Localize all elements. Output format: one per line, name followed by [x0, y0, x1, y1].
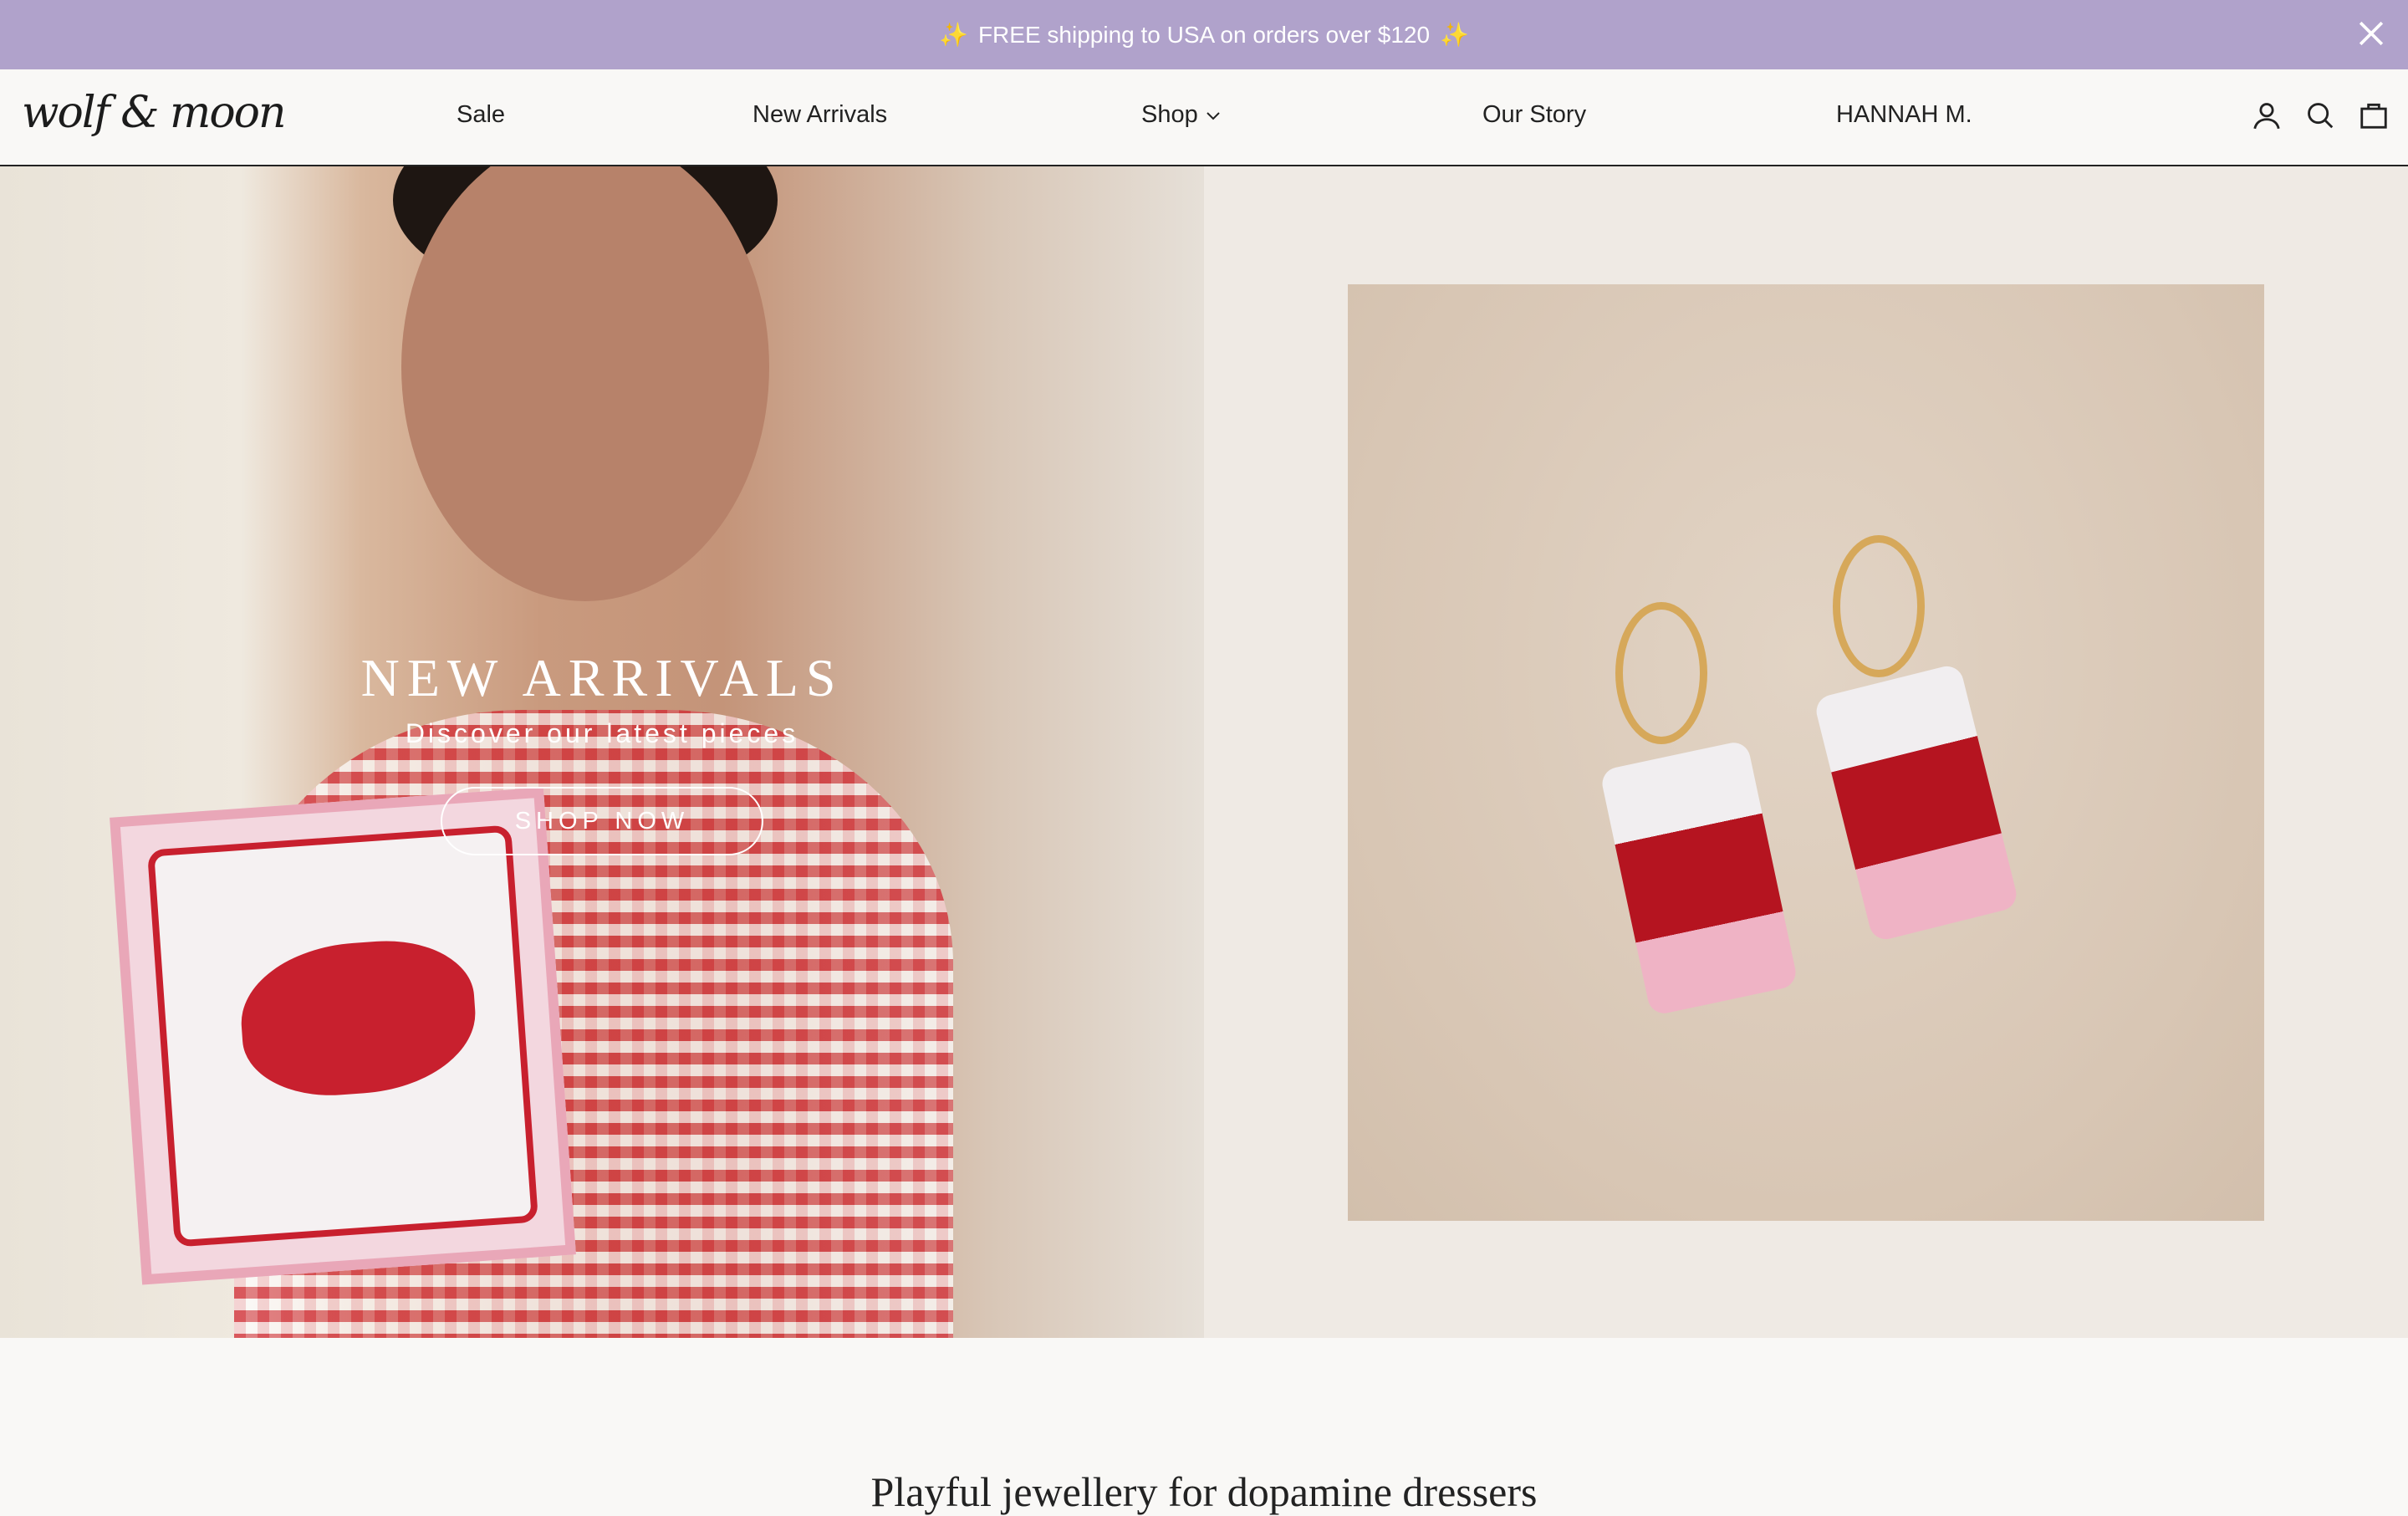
earring-hoop	[1833, 535, 1925, 677]
sardine-earring	[1813, 662, 2020, 943]
search-icon[interactable]	[2304, 100, 2336, 131]
nav-shop[interactable]: Shop	[1141, 101, 1222, 129]
face-shape	[401, 166, 769, 601]
nav-hannah-m[interactable]: HANNAH M.	[1836, 101, 1972, 129]
shop-now-button[interactable]: SHOP NOW	[441, 787, 763, 855]
logo[interactable]: wolf & moon	[22, 88, 286, 138]
close-icon[interactable]	[2353, 15, 2390, 52]
main-nav: wolf & moon Sale New Arrivals Shop Our S…	[0, 69, 2408, 166]
nav-new-arrivals[interactable]: New Arrivals	[752, 101, 887, 129]
sparkle-icon: ✨	[939, 22, 968, 48]
announcement-text[interactable]: FREE shipping to USA on orders over $120	[978, 22, 1430, 48]
sardine-earring	[1599, 739, 1799, 1017]
lobster-bag	[110, 787, 576, 1285]
section-heading: Playful jewellery for dopamine dressers	[870, 1468, 1538, 1515]
earring-hoop	[1615, 602, 1707, 744]
product-image-sardine-earrings[interactable]	[1348, 284, 2264, 1221]
sparkle-icon: ✨	[1440, 22, 1469, 48]
hero-title: NEW ARRIVALS	[360, 648, 844, 707]
hero-right-panel	[1204, 166, 2408, 1338]
announcement-bar: ✨ FREE shipping to USA on orders over $1…	[0, 0, 2408, 69]
chevron-down-icon	[1207, 112, 1220, 120]
bag-icon[interactable]	[2358, 100, 2390, 131]
lobster-shape	[236, 935, 481, 1102]
hero-image-model[interactable]: NEW ARRIVALS Discover our latest pieces …	[0, 166, 1204, 1338]
hero-subtitle: Discover our latest pieces	[405, 718, 799, 748]
nav-sale[interactable]: Sale	[457, 101, 505, 129]
nav-shop-label: Shop	[1141, 101, 1198, 128]
nav-our-story[interactable]: Our Story	[1482, 101, 1586, 129]
account-icon[interactable]	[2251, 100, 2283, 131]
